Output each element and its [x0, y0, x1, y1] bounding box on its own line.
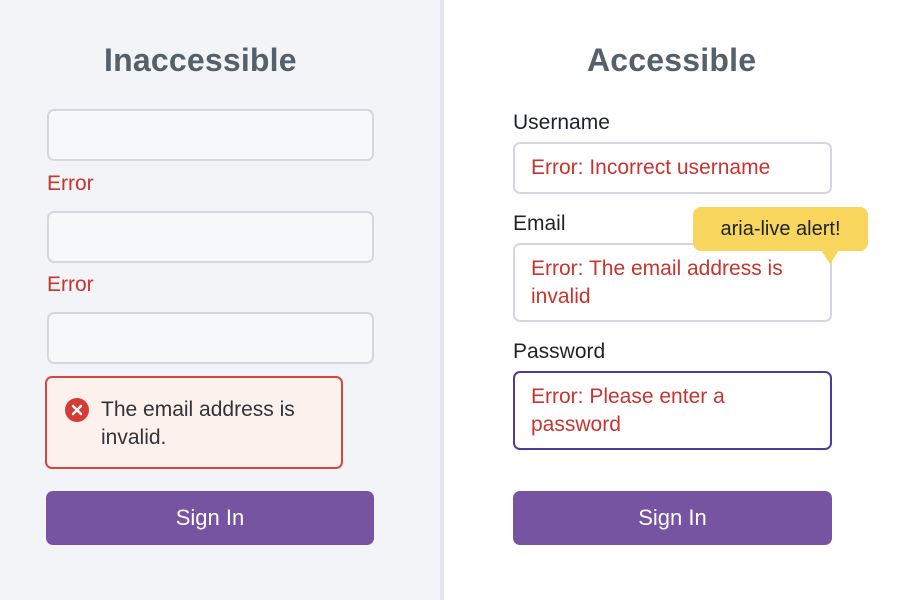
email-field[interactable]: Error: The email address is invalid: [513, 243, 832, 322]
username-label: Username: [513, 111, 610, 134]
error-circle-x-icon: [65, 398, 89, 422]
comparison-page: Inaccessible Error Error The email addre…: [0, 0, 900, 600]
inaccessible-sign-in-button[interactable]: Sign In: [46, 491, 374, 545]
accessible-title: Accessible: [587, 42, 757, 78]
tooltip-pointer: [821, 250, 839, 264]
inaccessible-input-1[interactable]: [47, 109, 374, 161]
inaccessible-title: Inaccessible: [104, 42, 297, 78]
inaccessible-error-1: Error: [47, 172, 94, 195]
inaccessible-input-2[interactable]: [47, 211, 374, 263]
inaccessible-error-box: The email address is invalid.: [45, 376, 343, 469]
password-label: Password: [513, 340, 606, 363]
aria-live-tooltip: aria-live alert!: [693, 207, 868, 251]
error-box-message: The email address is invalid.: [101, 398, 295, 449]
inaccessible-error-2: Error: [47, 273, 94, 296]
email-label: Email: [513, 212, 566, 235]
username-field[interactable]: Error: Incorrect username: [513, 142, 832, 194]
accessible-sign-in-button[interactable]: Sign In: [513, 491, 832, 545]
inaccessible-input-3[interactable]: [47, 312, 374, 364]
password-field[interactable]: Error: Please enter a password: [513, 371, 832, 450]
